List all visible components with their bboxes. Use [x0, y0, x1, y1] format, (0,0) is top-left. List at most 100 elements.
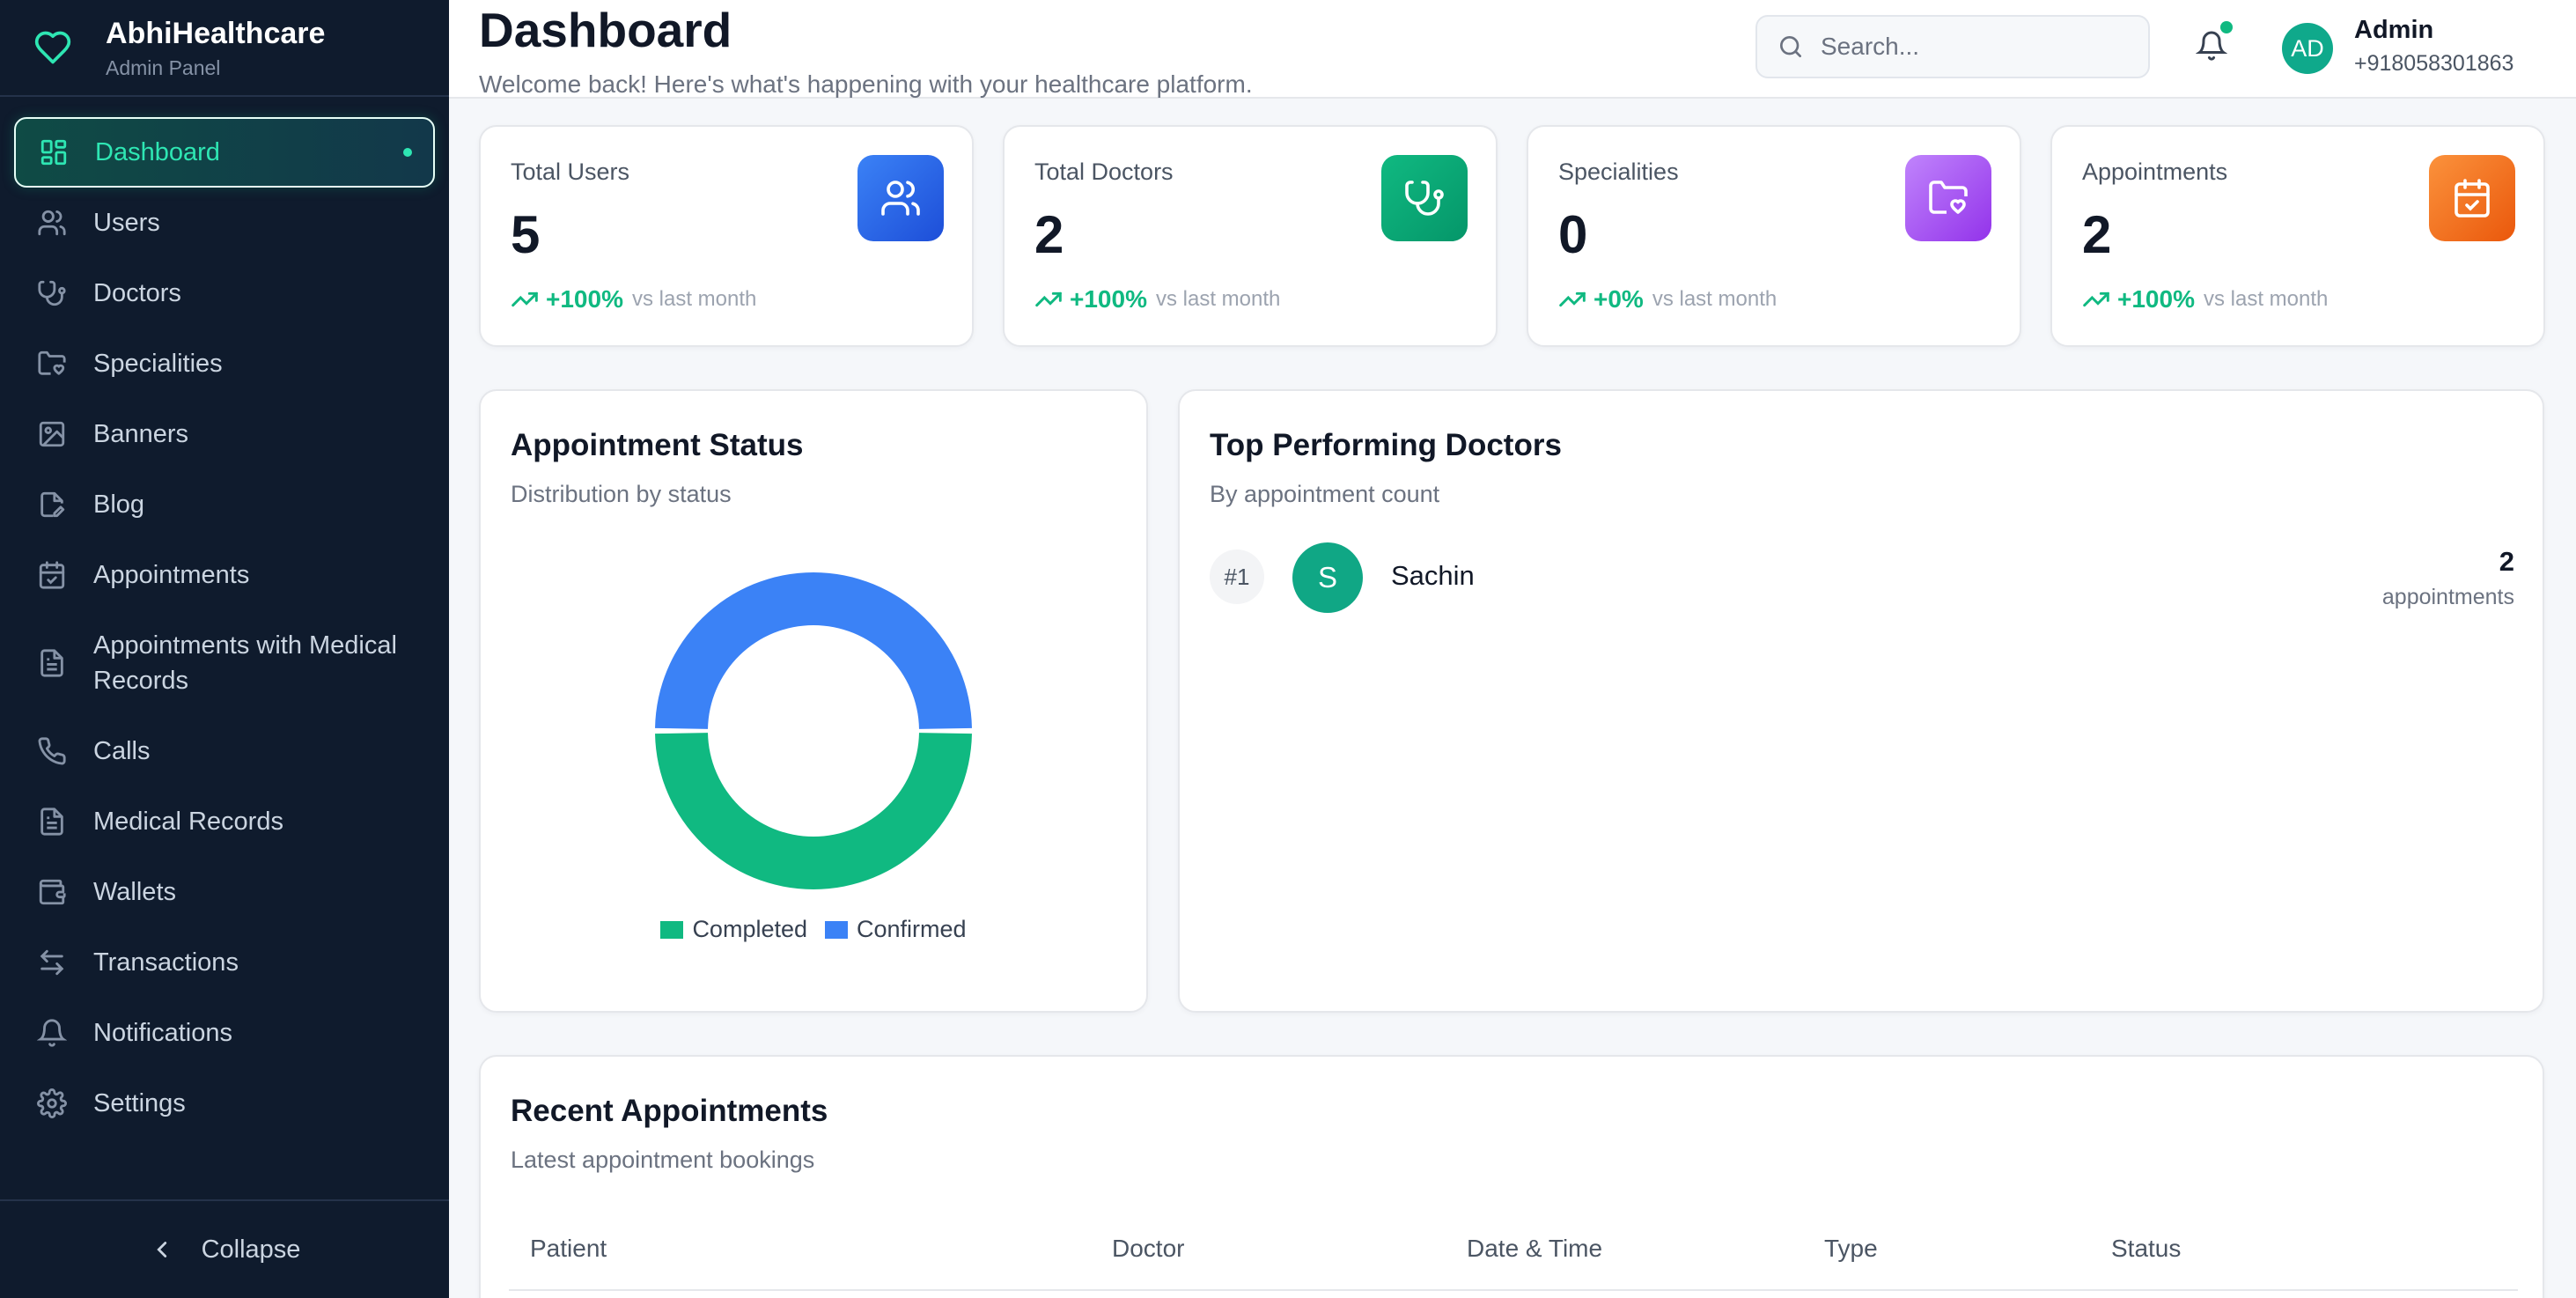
phone-icon [38, 737, 66, 765]
folder-heart-icon [1929, 181, 1968, 214]
stat-card-total-doctors: Total Doctors 2 +100% vs last month [1003, 125, 1498, 347]
appointment-status-card: Appointment Status Distribution by statu… [479, 389, 1148, 1013]
search-box[interactable] [1755, 15, 2150, 78]
sidebar-item-dashboard[interactable]: Dashboard [14, 117, 435, 188]
stat-label: Total Users [511, 159, 630, 185]
stat-label: Total Doctors [1034, 159, 1174, 185]
sidebar-item-appointments[interactable]: Appointments [14, 540, 435, 610]
column-header-date-time: Date & Time [1467, 1235, 1603, 1262]
sidebar-item-medical-records[interactable]: Medical Records [14, 786, 435, 857]
legend-item-confirmed[interactable]: Confirmed [825, 916, 967, 943]
collapse-label: Collapse [201, 1235, 301, 1264]
sidebar-nav: Dashboard Users Doctors Specialities Ban… [14, 117, 435, 1139]
trend-value: +0% [1593, 285, 1644, 313]
avatar: S [1292, 542, 1363, 613]
search-icon [1780, 36, 1801, 57]
heart-icon [34, 31, 71, 64]
trending-up-icon [1035, 291, 1062, 307]
donut-slice-confirmed[interactable] [655, 572, 972, 729]
sidebar-item-label: Wallets [93, 878, 176, 906]
calendar-check-icon [39, 561, 65, 589]
trending-up-icon [512, 291, 538, 307]
sidebar-item-label: Appointments [93, 561, 250, 589]
search-input[interactable] [1821, 33, 2138, 61]
sidebar-item-settings[interactable]: Settings [14, 1068, 435, 1139]
stat-icon-badge [2429, 155, 2515, 241]
column-header-status: Status [2111, 1235, 2182, 1262]
stethoscope-icon [38, 280, 66, 306]
stat-trend: +0% vs last month [1558, 285, 1777, 313]
section-subtitle: Distribution by status [511, 481, 732, 507]
sidebar-item-doctors[interactable]: Doctors [14, 258, 435, 328]
stat-value: 2 [1034, 205, 1064, 264]
collapse-button[interactable]: Collapse [0, 1199, 449, 1298]
chart-legend: Completed Confirmed [481, 916, 1146, 943]
calendar-check-icon [2455, 179, 2490, 218]
bell-icon [37, 1019, 67, 1047]
sidebar-item-specialities[interactable]: Specialities [14, 328, 435, 399]
doctor-name: Sachin [1391, 560, 1475, 591]
legend-swatch [660, 920, 684, 939]
notification-badge [2220, 21, 2233, 33]
sidebar-item-label: Blog [93, 490, 145, 519]
stat-value: 0 [1558, 205, 1588, 264]
sidebar-item-banners[interactable]: Banners [14, 399, 435, 469]
sidebar-item-label: Doctors [93, 279, 181, 307]
notification-bell-icon[interactable] [2196, 28, 2227, 63]
admin-name: Admin [2354, 16, 2434, 44]
chevron-left-icon [156, 1242, 166, 1257]
image-icon [39, 421, 65, 447]
sidebar: AbhiHealthcare Admin Panel Dashboard Use… [0, 0, 449, 1298]
trend-text: vs last month [1155, 287, 1281, 311]
brand-subtitle: Admin Panel [106, 55, 221, 79]
wallet-icon [39, 879, 66, 905]
trend-value: +100% [1070, 285, 1147, 313]
sidebar-item-label: Specialities [93, 350, 223, 378]
stat-value: 5 [511, 205, 541, 264]
sidebar-item-calls[interactable]: Calls [14, 716, 435, 786]
legend-label: Completed [692, 916, 808, 942]
sidebar-item-wallets[interactable]: Wallets [14, 857, 435, 927]
sidebar-item-transactions[interactable]: Transactions [14, 927, 435, 998]
users-icon [881, 181, 920, 216]
trending-up-icon [2083, 291, 2109, 307]
sidebar-item-label: Medical Records [93, 808, 283, 836]
folder-heart-icon [38, 350, 66, 375]
stat-value: 2 [2082, 205, 2112, 264]
avatar[interactable]: AD [2282, 23, 2333, 74]
trend-text: vs last month [2203, 287, 2329, 311]
sidebar-item-label: Notifications [93, 1019, 232, 1047]
status-donut-chart [655, 572, 972, 890]
sidebar-item-label: Transactions [93, 948, 239, 977]
stat-icon-badge [1905, 155, 1991, 241]
legend-item-completed[interactable]: Completed [660, 916, 807, 943]
trend-value: +100% [2117, 285, 2195, 313]
trending-up-icon [1559, 291, 1586, 307]
sidebar-item-users[interactable]: Users [14, 188, 435, 258]
sidebar-item-label: Banners [93, 420, 189, 448]
edit-file-icon [40, 491, 65, 518]
sidebar-item-blog[interactable]: Blog [14, 469, 435, 540]
brand: AbhiHealthcare Admin Panel [0, 0, 449, 97]
table-divider [509, 1289, 2518, 1291]
legend-label: Confirmed [857, 916, 967, 942]
sidebar-item-label: Settings [93, 1089, 186, 1117]
stat-label: Specialities [1558, 159, 1679, 185]
donut-slice-completed[interactable] [655, 733, 972, 890]
section-title: Recent Appointments [511, 1094, 828, 1128]
sidebar-item-appointments-medical-records[interactable]: Appointments with Medical Records [14, 610, 435, 716]
stat-label: Appointments [2082, 159, 2228, 185]
sidebar-item-label: Calls [93, 737, 151, 765]
section-subtitle: Latest appointment bookings [511, 1147, 815, 1173]
page-subtitle: Welcome back! Here's what's happening wi… [479, 70, 1253, 98]
trend-text: vs last month [1652, 287, 1777, 311]
trend-value: +100% [546, 285, 623, 313]
page-title: Dashboard [479, 3, 732, 57]
active-indicator [403, 148, 412, 157]
trend-text: vs last month [631, 287, 757, 311]
stethoscope-icon [1405, 181, 1444, 216]
column-header-type: Type [1824, 1235, 1878, 1262]
sidebar-item-notifications[interactable]: Notifications [14, 998, 435, 1068]
stat-icon-badge [857, 155, 944, 241]
stat-card-appointments: Appointments 2 +100% vs last month [2050, 125, 2545, 347]
